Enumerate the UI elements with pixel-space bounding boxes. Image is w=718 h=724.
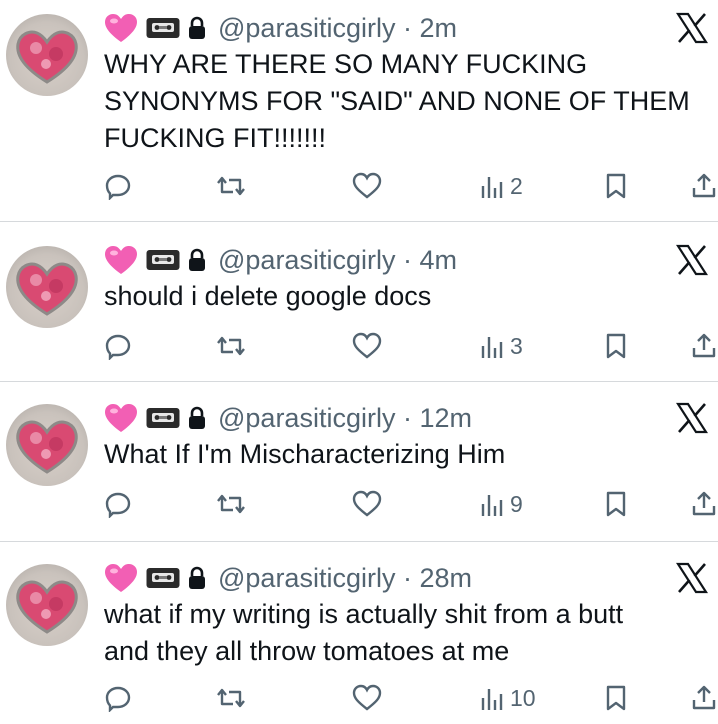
tweet-text: What If I'm Mischaracterizing Him [104, 439, 506, 469]
views-button[interactable]: 9 [480, 488, 523, 520]
tweet-card[interactable]: @parasiticgirly · 28m what if my writing… [0, 542, 718, 724]
share-icon [692, 685, 716, 710]
author-handle[interactable]: @parasiticgirly · 12m [218, 403, 472, 434]
like-button[interactable] [352, 488, 382, 520]
retweet-button[interactable] [216, 330, 246, 362]
tweet-timestamp: 4m [419, 244, 457, 275]
heart-icon [352, 332, 382, 359]
views-button[interactable]: 2 [480, 170, 523, 202]
views-icon [481, 689, 503, 710]
tweet-card[interactable]: @parasiticgirly · 2m WHY ARE THERE SO MA… [0, 0, 718, 222]
videocassette-emoji-icon [146, 18, 180, 38]
lock-icon [189, 406, 205, 429]
tweet-header: @parasiticgirly · 2m [104, 8, 457, 48]
share-icon [692, 491, 716, 516]
lock-icon [189, 16, 205, 39]
tweet-timestamp: 12m [419, 402, 473, 433]
retweet-button[interactable] [216, 488, 246, 520]
reply-icon [105, 334, 131, 360]
tweet-actions: 10 [104, 682, 718, 714]
bookmark-icon [606, 685, 626, 711]
views-icon [481, 495, 503, 516]
tweet-timestamp: 2m [419, 12, 457, 43]
bookmark-button[interactable] [604, 330, 628, 362]
tweet-timestamp: 28m [419, 562, 473, 593]
share-button[interactable] [690, 170, 718, 202]
author-handle[interactable]: @parasiticgirly · 4m [218, 245, 457, 276]
like-button[interactable] [352, 682, 382, 714]
like-button[interactable] [352, 330, 382, 362]
tweet-card[interactable]: @parasiticgirly · 12m What If I'm Mischa… [0, 382, 718, 542]
author-handle[interactable]: @parasiticgirly · 28m [218, 563, 472, 594]
reply-icon [105, 174, 131, 200]
reply-icon [105, 492, 131, 518]
reply-button[interactable] [104, 170, 132, 202]
tweet-card[interactable]: @parasiticgirly · 4m should i delete goo… [0, 222, 718, 382]
reply-button[interactable] [104, 488, 132, 520]
tweet-actions: 9 [104, 488, 718, 520]
x-logo-icon [676, 12, 708, 44]
reply-button[interactable] [104, 330, 132, 362]
tweet-actions: 2 [104, 170, 718, 202]
bookmark-button[interactable] [604, 170, 628, 202]
tweet-actions: 3 [104, 330, 718, 362]
views-button[interactable]: 3 [480, 330, 523, 362]
pink-heart-emoji-icon [105, 246, 137, 274]
heart-icon [352, 490, 382, 517]
avatar[interactable] [6, 14, 88, 96]
views-icon [481, 337, 503, 358]
tweet-text: what if my writing is actually shit from… [104, 599, 624, 666]
like-button[interactable] [352, 170, 382, 202]
videocassette-emoji-icon [146, 568, 180, 588]
tweet-text: WHY ARE THERE SO MANY FUCKING SYNONYMS F… [104, 49, 690, 153]
bookmark-icon [606, 333, 626, 359]
bookmark-icon [606, 491, 626, 517]
pink-heart-emoji-icon [105, 564, 137, 592]
view-count: 3 [510, 332, 523, 359]
videocassette-emoji-icon [146, 408, 180, 428]
retweet-button[interactable] [216, 170, 246, 202]
retweet-icon [217, 336, 245, 356]
reply-button[interactable] [104, 682, 132, 714]
avatar[interactable] [6, 246, 88, 328]
retweet-icon [217, 176, 245, 196]
view-count: 9 [510, 490, 523, 517]
bookmark-icon [606, 173, 626, 199]
retweet-icon [217, 688, 245, 708]
timeline-feed: @parasiticgirly · 2m WHY ARE THERE SO MA… [0, 0, 718, 724]
pink-heart-emoji-icon [105, 404, 137, 432]
bookmark-button[interactable] [604, 488, 628, 520]
avatar[interactable] [6, 564, 88, 646]
x-logo-icon [676, 244, 708, 276]
lock-icon [189, 566, 205, 589]
share-icon [692, 173, 716, 198]
author-handle[interactable]: @parasiticgirly · 2m [218, 13, 457, 44]
heart-icon [352, 684, 382, 711]
tweet-text: should i delete google docs [104, 281, 432, 311]
view-count: 2 [510, 172, 523, 199]
x-logo-icon [676, 562, 708, 594]
avatar[interactable] [6, 404, 88, 486]
bookmark-button[interactable] [604, 682, 628, 714]
retweet-button[interactable] [216, 682, 246, 714]
tweet-header: @parasiticgirly · 4m [104, 240, 457, 280]
share-icon [692, 333, 716, 358]
pink-heart-emoji-icon [105, 14, 137, 42]
views-icon [481, 177, 503, 198]
x-logo-icon [676, 402, 708, 434]
retweet-icon [217, 494, 245, 514]
share-button[interactable] [690, 682, 718, 714]
view-count: 10 [510, 684, 536, 711]
share-button[interactable] [690, 488, 718, 520]
reply-icon [105, 686, 131, 712]
tweet-header: @parasiticgirly · 28m [104, 558, 472, 598]
tweet-header: @parasiticgirly · 12m [104, 398, 472, 438]
share-button[interactable] [690, 330, 718, 362]
views-button[interactable]: 10 [480, 682, 536, 714]
videocassette-emoji-icon [146, 250, 180, 270]
lock-icon [189, 248, 205, 271]
heart-icon [352, 172, 382, 199]
